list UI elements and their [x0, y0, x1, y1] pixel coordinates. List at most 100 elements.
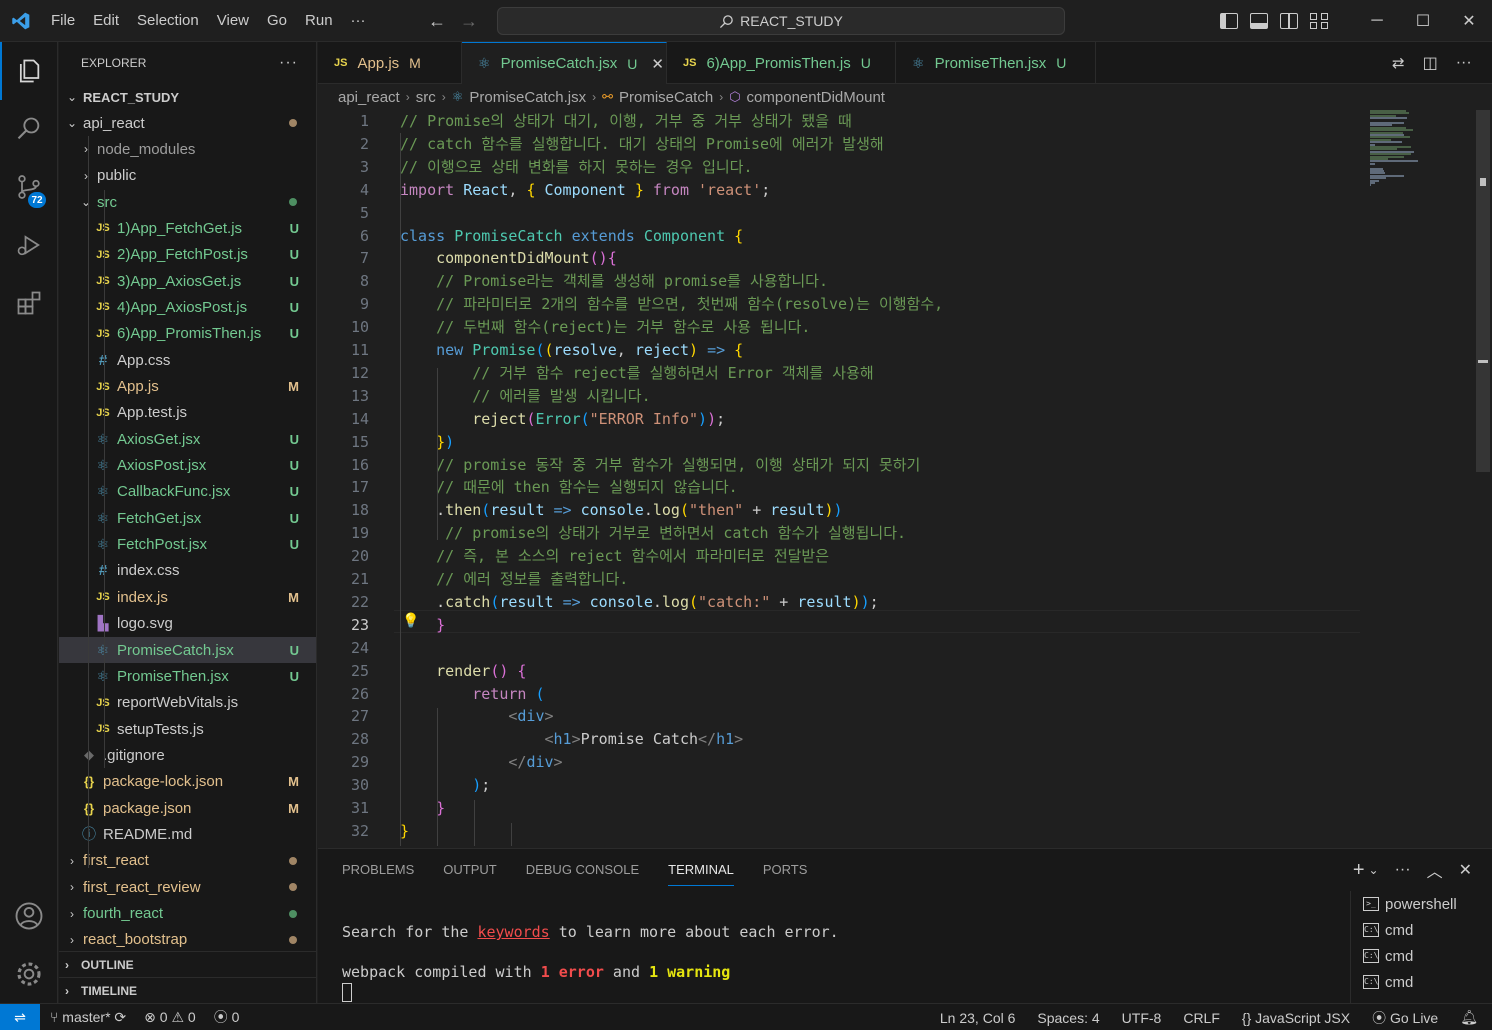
run-debug-activity-icon[interactable] [0, 216, 58, 274]
terminal-instance[interactable]: C:\ cmd [1351, 969, 1492, 995]
folder-item[interactable]: › node_modules [59, 136, 316, 162]
terminal-instance[interactable]: C:\ cmd [1351, 917, 1492, 943]
file-item[interactable]: JS 3)App_AxiosGet.js U [59, 268, 316, 294]
search-activity-icon[interactable] [0, 100, 58, 158]
chevron-down-icon[interactable]: ⌄ [1369, 863, 1379, 877]
panel-tab[interactable]: PROBLEMS [342, 849, 414, 891]
line-ending[interactable]: CRLF [1183, 1010, 1220, 1026]
lightbulb-icon[interactable]: 💡 [402, 612, 419, 629]
file-item[interactable]: ⚛ PromiseCatch.jsx U [59, 637, 316, 663]
terminal-instance[interactable]: C:\ cmd [1351, 943, 1492, 969]
menu-item[interactable]: Edit [84, 0, 128, 42]
problems-item[interactable]: ⊗ 0 ⚠ 0 [144, 1009, 196, 1026]
accounts-icon[interactable] [0, 887, 58, 945]
maximize-button[interactable]: ☐ [1400, 0, 1446, 42]
maximize-panel-icon[interactable]: ︿ [1427, 858, 1443, 882]
extensions-activity-icon[interactable] [0, 274, 58, 332]
file-item[interactable]: JS 1)App_FetchGet.js U [59, 215, 316, 241]
command-center-search[interactable]: REACT_STUDY [497, 7, 1065, 35]
compare-changes-icon[interactable]: ⇄ [1392, 54, 1405, 72]
panel-tab[interactable]: PORTS [763, 849, 808, 891]
editor-tab[interactable]: JS App.js M [318, 42, 462, 84]
terminal-instance[interactable]: >_ powershell [1351, 891, 1492, 917]
file-item[interactable]: ◆ .gitignore [59, 742, 316, 768]
language-mode[interactable]: {} JavaScript JSX [1242, 1010, 1350, 1026]
explorer-more-icon[interactable]: ··· [279, 54, 298, 72]
file-item[interactable]: JS 6)App_PromisThen.js U [59, 321, 316, 347]
file-item[interactable]: ⚛ AxiosGet.jsx U [59, 426, 316, 452]
split-editor-icon[interactable]: ◫ [1423, 53, 1438, 73]
breadcrumb-class[interactable]: PromiseCatch [619, 89, 713, 106]
toggle-primary-sidebar-icon[interactable] [1220, 13, 1238, 29]
breadcrumb-method[interactable]: componentDidMount [747, 89, 885, 106]
file-item[interactable]: ⓘ README.md [59, 821, 316, 847]
panel-tab[interactable]: TERMINAL [668, 849, 734, 891]
file-item[interactable]: JS 4)App_AxiosPost.js U [59, 294, 316, 320]
close-tab-icon[interactable]: ✕ [651, 55, 664, 73]
more-actions-icon[interactable]: ··· [1456, 54, 1472, 72]
folder-item[interactable]: ⌄ src [59, 189, 316, 215]
back-arrow-icon[interactable]: ← [428, 11, 446, 32]
file-item[interactable]: JS reportWebVitals.js [59, 690, 316, 716]
minimize-button[interactable]: ─ [1354, 0, 1400, 42]
editor-scrollbar[interactable] [1476, 110, 1490, 472]
code-editor[interactable]: 1 // Promise의 상태가 대기, 이행, 거부 중 거부 상태가 됐을 … [318, 110, 1492, 846]
manage-gear-icon[interactable] [0, 945, 58, 1003]
menu-item[interactable]: File [42, 0, 84, 42]
file-item[interactable]: JS App.test.js [59, 400, 316, 426]
file-item[interactable]: # index.css [59, 558, 316, 584]
panel-tab[interactable]: OUTPUT [443, 849, 496, 891]
new-terminal-icon[interactable]: + [1353, 859, 1365, 882]
more-actions-icon[interactable]: ··· [1395, 861, 1411, 879]
file-item[interactable]: {} package-lock.json M [59, 769, 316, 795]
branch-item[interactable]: ⑂ master* ⟳ [50, 1009, 126, 1026]
close-window-button[interactable]: ✕ [1446, 0, 1492, 42]
file-item[interactable]: ⚛ AxiosPost.jsx U [59, 453, 316, 479]
file-item[interactable]: JS index.js M [59, 584, 316, 610]
breadcrumb-folder[interactable]: api_react [338, 89, 400, 106]
menu-item[interactable]: Run [296, 0, 342, 42]
ports-item[interactable]: ⦿ 0 [214, 1007, 240, 1027]
workspace-root[interactable]: ⌄ REACT_STUDY [59, 84, 316, 110]
file-item[interactable]: ⚛ CallbackFunc.jsx U [59, 479, 316, 505]
timeline-section[interactable]: › TIMELINE [59, 977, 316, 1003]
folder-item[interactable]: › fourth_react [59, 901, 316, 927]
folder-item[interactable]: › react_bootstrap [59, 927, 316, 953]
file-item[interactable]: JS App.js M [59, 374, 316, 400]
explorer-activity-icon[interactable] [0, 42, 58, 100]
breadcrumb-folder[interactable]: src [416, 89, 436, 106]
file-item[interactable]: JS 2)App_FetchPost.js U [59, 242, 316, 268]
editor-tab[interactable]: JS 6)App_PromisThen.js U [667, 42, 896, 84]
encoding[interactable]: UTF-8 [1122, 1010, 1162, 1026]
indentation[interactable]: Spaces: 4 [1037, 1010, 1099, 1026]
panel-tab[interactable]: DEBUG CONSOLE [526, 849, 639, 891]
folder-item[interactable]: › public [59, 163, 316, 189]
folder-item[interactable]: › first_react [59, 848, 316, 874]
file-item[interactable]: ▙ logo.svg [59, 611, 316, 637]
terminal-link[interactable]: keywords [477, 923, 549, 941]
toggle-panel-icon[interactable] [1250, 13, 1268, 29]
forward-arrow-icon[interactable]: → [460, 11, 478, 32]
minimap[interactable] [1370, 110, 1474, 190]
go-live-button[interactable]: ⦿ Go Live [1372, 1008, 1438, 1028]
menu-item[interactable]: Go [258, 0, 296, 42]
remote-indicator-icon[interactable]: ⇌ [0, 1003, 40, 1030]
customize-layout-icon[interactable] [1310, 13, 1328, 29]
menu-item[interactable]: View [208, 0, 258, 42]
folder-item[interactable]: ⌄ api_react [59, 110, 316, 136]
toggle-secondary-sidebar-icon[interactable] [1280, 13, 1298, 29]
menu-item[interactable]: Selection [128, 0, 208, 42]
notifications-bell-icon[interactable]: 🔔︎ [1460, 1009, 1478, 1026]
file-item[interactable]: # App.css [59, 347, 316, 373]
folder-item[interactable]: › first_react_review [59, 874, 316, 900]
file-item[interactable]: ⚛ FetchGet.jsx U [59, 505, 316, 531]
outline-section[interactable]: › OUTLINE [59, 951, 316, 977]
source-control-activity-icon[interactable]: 72 [0, 158, 58, 216]
file-item[interactable]: ⚛ FetchPost.jsx U [59, 532, 316, 558]
cursor-position[interactable]: Ln 23, Col 6 [940, 1010, 1016, 1026]
editor-tab[interactable]: ⚛ PromiseThen.jsx U [896, 42, 1096, 84]
menu-item[interactable]: ··· [342, 0, 375, 42]
breadcrumb-file[interactable]: PromiseCatch.jsx [469, 89, 586, 106]
file-item[interactable]: {} package.json M [59, 795, 316, 821]
file-item[interactable]: JS setupTests.js [59, 716, 316, 742]
